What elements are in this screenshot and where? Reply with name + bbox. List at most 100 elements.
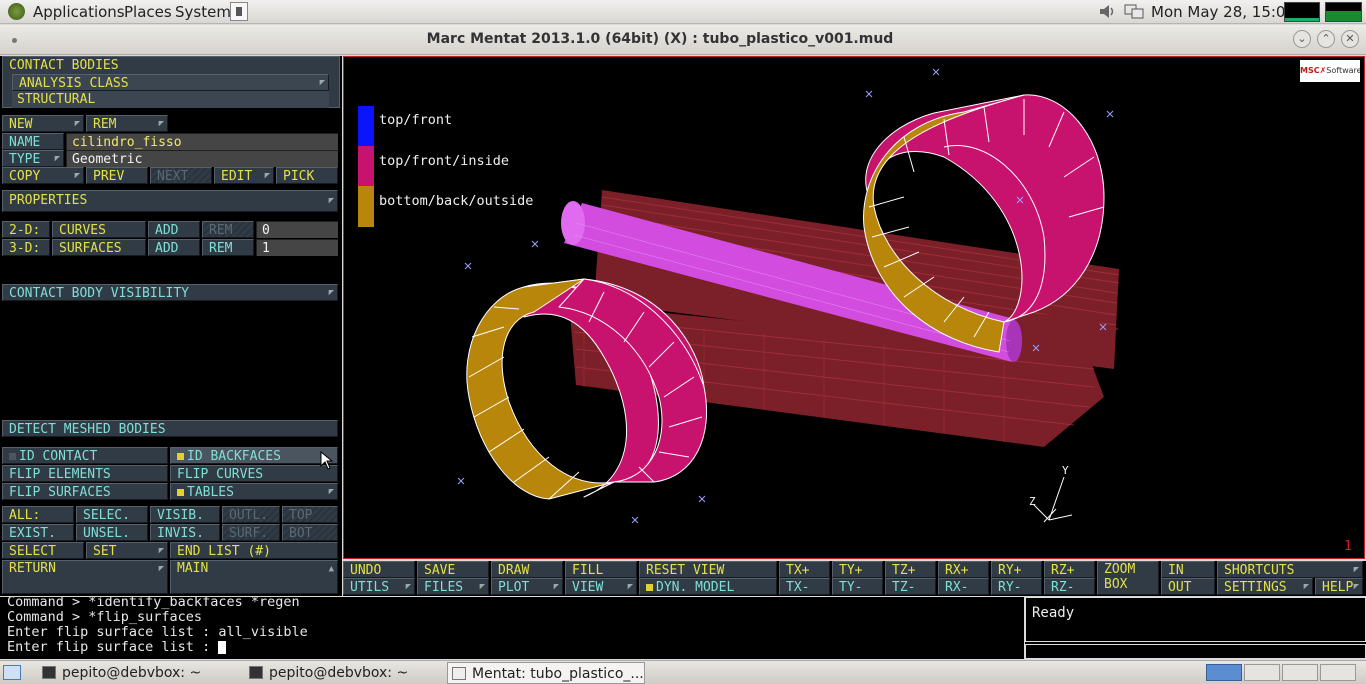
prev-button[interactable]: PREV: [86, 167, 148, 184]
progress-box: [1025, 644, 1366, 659]
files-button[interactable]: FILES ◤: [417, 578, 489, 595]
edit-button[interactable]: EDIT ◤: [214, 167, 274, 184]
pick-button[interactable]: PICK: [276, 167, 338, 184]
status-box: Ready: [1025, 597, 1366, 642]
curves-button[interactable]: CURVES: [52, 221, 146, 238]
select-button[interactable]: SELECT: [2, 542, 84, 559]
save-button[interactable]: SAVE: [417, 561, 489, 578]
contact-body-visibility-button[interactable]: CONTACT BODY VISIBILITY ◤: [2, 284, 338, 301]
command-console[interactable]: Command > *identify_backfaces *regen Com…: [0, 597, 1024, 659]
set-button[interactable]: SET ◤: [86, 542, 168, 559]
close-icon[interactable]: ✕: [1341, 30, 1359, 48]
zoom-box-button[interactable]: ZOOM BOX: [1097, 561, 1159, 595]
all-outl-button[interactable]: OUTL.: [222, 506, 280, 523]
clock[interactable]: Mon May 28, 15:09: [1151, 3, 1295, 21]
invis-button[interactable]: INVIS.: [150, 524, 220, 541]
workspace-4[interactable]: [1320, 664, 1356, 681]
unsel-button[interactable]: UNSEL.: [76, 524, 148, 541]
tz-minus-button[interactable]: TZ-: [885, 578, 936, 595]
zoom-out-button[interactable]: OUT: [1161, 578, 1215, 595]
type-button[interactable]: TYPE ◤: [2, 150, 64, 167]
graphics-viewport[interactable]: top/front top/front/inside bottom/back/o…: [343, 56, 1365, 559]
curves-rem-button[interactable]: REM: [202, 221, 254, 238]
draw-button[interactable]: DRAW: [491, 561, 563, 578]
tx-plus-button[interactable]: TX+: [779, 561, 830, 578]
top-panel: Applications Places System Mon May 28, 1…: [0, 0, 1366, 24]
bottom-taskbar: pepito@debvbox: ~ pepito@debvbox: ~ Ment…: [0, 660, 1366, 684]
menu-places[interactable]: Places: [124, 3, 172, 21]
workspace-2[interactable]: [1244, 664, 1280, 681]
copy-button[interactable]: COPY ◤: [2, 167, 84, 184]
network-icon[interactable]: [1123, 3, 1145, 20]
command-input-line[interactable]: Enter flip surface list :: [7, 640, 1024, 655]
exist-button[interactable]: EXIST.: [2, 524, 74, 541]
zoom-in-button[interactable]: IN: [1161, 561, 1215, 578]
tx-minus-button[interactable]: TX-: [779, 578, 830, 595]
tz-plus-button[interactable]: TZ+: [885, 561, 936, 578]
analysis-class-button[interactable]: ANALYSIS CLASS ◤: [12, 74, 329, 91]
next-button[interactable]: NEXT: [150, 167, 212, 184]
workspace-3[interactable]: [1282, 664, 1318, 681]
show-desktop-icon[interactable]: [3, 665, 21, 680]
settings-button[interactable]: SETTINGS ◤: [1217, 578, 1313, 595]
undo-button[interactable]: UNDO: [343, 561, 415, 578]
id-backfaces-toggle[interactable]: ID BACKFACES: [170, 447, 338, 464]
rx-plus-button[interactable]: RX+: [938, 561, 989, 578]
fill-button[interactable]: FILL: [565, 561, 637, 578]
name-label: NAME: [2, 133, 64, 150]
return-button[interactable]: RETURN ◤: [2, 560, 168, 594]
id-contact-toggle[interactable]: ID CONTACT: [2, 447, 168, 464]
rem-button[interactable]: REM ◤: [86, 115, 168, 132]
system-monitor-cpu[interactable]: [1284, 2, 1320, 22]
reset-view-button[interactable]: RESET VIEW: [639, 561, 777, 578]
surfaces-add-button[interactable]: ADD: [148, 239, 200, 256]
rz-minus-button[interactable]: RZ-: [1044, 578, 1095, 595]
surfaces-rem-button[interactable]: REM: [202, 239, 254, 256]
taskbar-item-mentat[interactable]: Mentat: tubo_plastico_...: [447, 662, 645, 684]
maximize-icon[interactable]: ⌃: [1317, 30, 1335, 48]
ry-plus-button[interactable]: RY+: [991, 561, 1042, 578]
system-monitor-mem[interactable]: [1325, 2, 1362, 22]
volume-icon[interactable]: [1098, 3, 1118, 20]
bot-button[interactable]: BOT: [282, 524, 338, 541]
surfaces-button[interactable]: SURFACES: [52, 239, 146, 256]
shortcuts-button[interactable]: SHORTCUTS ◤: [1217, 561, 1363, 578]
workspace-1[interactable]: [1206, 664, 1242, 681]
utils-button[interactable]: UTILS ◤: [343, 578, 415, 595]
curves-add-button[interactable]: ADD: [148, 221, 200, 238]
taskbar-item-terminal-1[interactable]: pepito@debvbox: ~: [38, 662, 243, 684]
rz-plus-button[interactable]: RZ+: [1044, 561, 1095, 578]
model-render: [457, 68, 1120, 524]
analysis-class-value: STRUCTURAL: [12, 91, 329, 108]
surf-button[interactable]: SURF.: [222, 524, 280, 541]
rx-minus-button[interactable]: RX-: [938, 578, 989, 595]
flip-elements-button[interactable]: FLIP ELEMENTS: [2, 465, 168, 482]
flip-surfaces-button[interactable]: FLIP SURFACES: [2, 483, 168, 500]
ty-plus-button[interactable]: TY+: [832, 561, 883, 578]
help-button[interactable]: HELP ◤: [1315, 578, 1363, 595]
menu-applications[interactable]: Applications: [33, 3, 125, 21]
distro-logo-icon[interactable]: [8, 3, 25, 20]
dyn-model-toggle[interactable]: DYN. MODEL: [639, 578, 777, 595]
ty-minus-button[interactable]: TY-: [832, 578, 883, 595]
all-top-button[interactable]: TOP: [282, 506, 338, 523]
tables-toggle[interactable]: TABLES ◤: [170, 483, 338, 500]
name-field[interactable]: cilindro_fisso: [66, 133, 338, 150]
launcher-icon[interactable]: [230, 2, 248, 21]
taskbar-item-terminal-2[interactable]: pepito@debvbox: ~: [245, 662, 445, 684]
properties-button[interactable]: PROPERTIES ◤: [2, 190, 338, 212]
plot-button[interactable]: PLOT ◤: [491, 578, 563, 595]
flip-curves-button[interactable]: FLIP CURVES: [170, 465, 338, 482]
all-selec-button[interactable]: SELEC.: [76, 506, 148, 523]
minimize-icon[interactable]: ⌄: [1293, 30, 1311, 48]
ry-minus-button[interactable]: RY-: [991, 578, 1042, 595]
new-button[interactable]: NEW ◤: [2, 115, 84, 132]
all-visib-button[interactable]: VISIB.: [150, 506, 220, 523]
main-button[interactable]: MAIN ▲: [170, 560, 338, 594]
detect-meshed-bodies-button[interactable]: DETECT MESHED BODIES: [2, 420, 338, 437]
view-button[interactable]: VIEW ◤: [565, 578, 637, 595]
mouse-pointer-icon: [320, 451, 334, 470]
menu-system[interactable]: System: [175, 3, 231, 21]
text-cursor-icon: [218, 640, 227, 654]
end-list-button[interactable]: END LIST (#): [170, 542, 338, 559]
